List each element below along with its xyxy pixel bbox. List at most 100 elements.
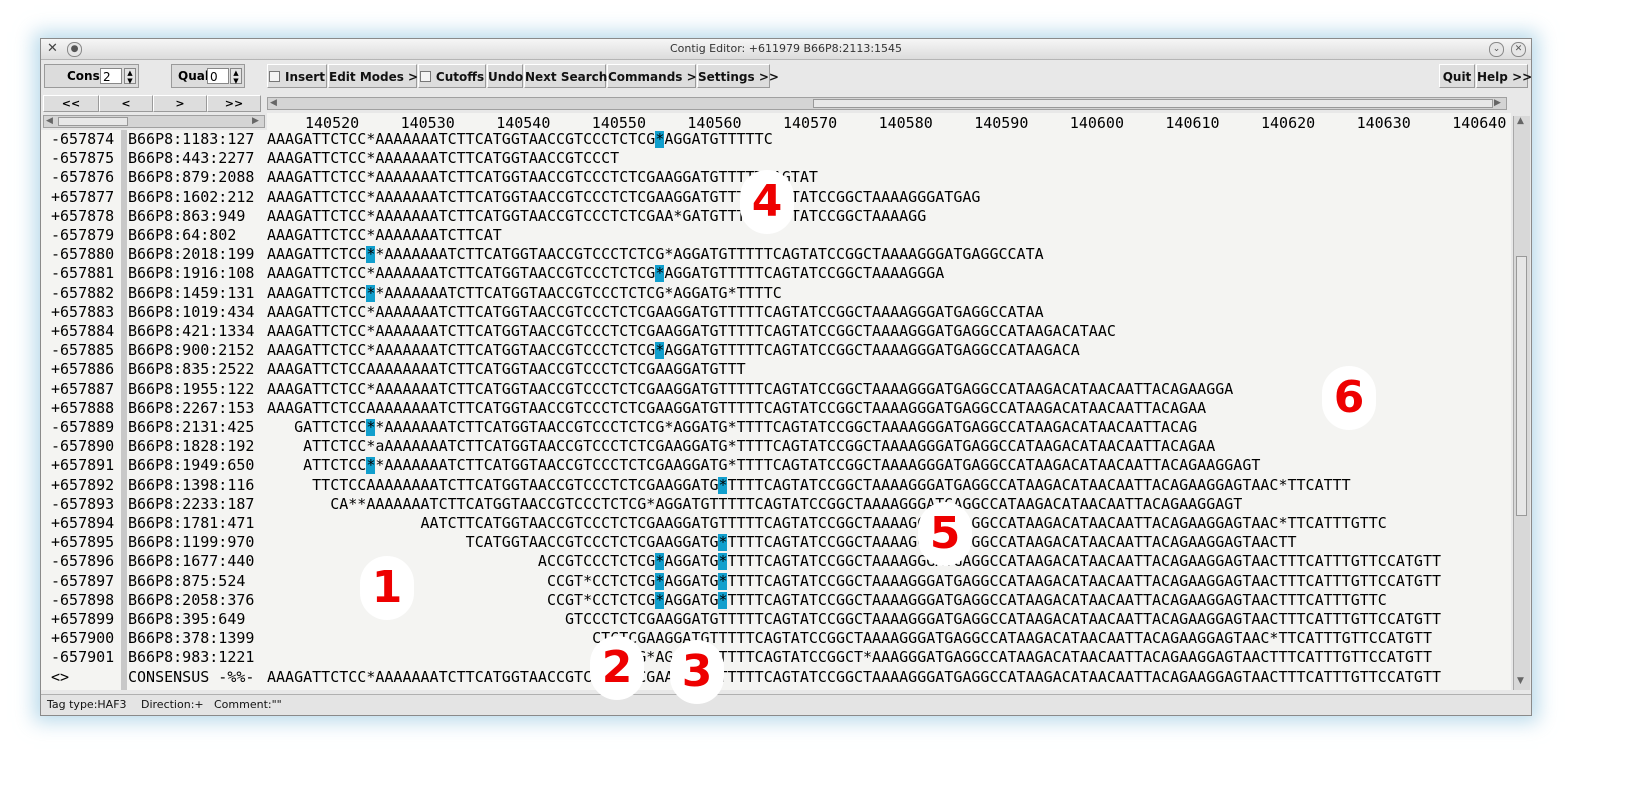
vertical-scroll-thumb[interactable] — [1516, 256, 1527, 516]
read-sequence[interactable]: CCGT*CCTCTCG*AGGATG*TTTTCAGTATCCGGCTAAAA… — [267, 572, 1441, 591]
read-name[interactable]: B66P8:863:949 — [128, 207, 245, 226]
read-name[interactable]: B66P8:1019:434 — [128, 303, 254, 322]
read-name[interactable]: B66P8:443:2277 — [128, 149, 254, 168]
read-number[interactable]: +657892 — [51, 476, 114, 495]
names-scroll-left-icon[interactable]: ◀ — [46, 116, 53, 127]
read-number[interactable]: +657895 — [51, 533, 114, 552]
commands-button[interactable]: Commands >> — [607, 64, 707, 88]
read-sequence[interactable]: AAAGATTCTCC*AAAAAAATCTTCATGGTAACCGTCCCTC… — [267, 188, 980, 207]
read-sequence[interactable]: GTCCCTCTCGAAGGATGTTTTTCAGTATCCGGCTAAAAGG… — [267, 610, 1441, 629]
cutoffs-toggle[interactable]: Cutoffs — [418, 64, 486, 88]
read-number[interactable]: -657898 — [51, 591, 114, 610]
quit-button[interactable]: Quit — [1439, 64, 1475, 88]
read-sequence[interactable]: AAAGATTCTCC*AAAAAAATCTTCATGGTAACCGTCCCTC… — [267, 341, 1080, 360]
read-number[interactable]: -657875 — [51, 149, 114, 168]
read-name[interactable]: B66P8:900:2152 — [128, 341, 254, 360]
read-name[interactable]: B66P8:2018:199 — [128, 245, 254, 264]
read-name[interactable]: B66P8:1955:122 — [128, 380, 254, 399]
scroll-up-arrow-icon[interactable]: ▲ — [1517, 116, 1524, 126]
settings-button[interactable]: Settings >> — [697, 64, 779, 88]
scroll-next-button[interactable]: > — [153, 95, 207, 112]
read-number[interactable]: -657885 — [51, 341, 114, 360]
read-name[interactable]: B66P8:1677:440 — [128, 552, 254, 571]
read-name[interactable]: B66P8:1949:650 — [128, 456, 254, 475]
read-name[interactable]: B66P8:64:802 — [128, 226, 236, 245]
read-name[interactable]: B66P8:1199:970 — [128, 533, 254, 552]
read-sequence[interactable]: ACCGTCCCTCTCG*AGGATG*TTTTCAGTATCCGGCTAAA… — [267, 552, 1441, 571]
read-sequence[interactable]: AAAGATTCTCC*AAAAAAATCTTCATGGTAACCGTCCCT — [267, 149, 619, 168]
vertical-scrollbar[interactable]: ▲ ▼ — [1513, 116, 1530, 690]
read-sequence[interactable]: AAAGATTCTCC**AAAAAAATCTTCATGGTAACCGTCCCT… — [267, 245, 1044, 264]
read-name[interactable]: B66P8:1459:131 — [128, 284, 254, 303]
scroll-prev-button[interactable]: < — [99, 95, 153, 112]
read-number[interactable]: +657886 — [51, 360, 114, 379]
read-number[interactable]: -657879 — [51, 226, 114, 245]
qual-spinner[interactable]: Qual 0 ▲ ▼ — [171, 64, 245, 88]
names-horizontal-scrollbar[interactable]: ◀ ▶ — [43, 115, 265, 128]
read-sequence[interactable]: TCATGGTAACCGTCCCTCTCGAAGGATG*TTTTCAGTATC… — [267, 533, 1297, 552]
read-sequence[interactable]: AAAGATTCTCC*AAAAAAATCTTCATGGTAACCGTCCCTC… — [267, 130, 773, 149]
insert-toggle[interactable]: Insert — [267, 64, 327, 88]
read-sequence[interactable]: AAAGATTCTCCAAAAAAAATCTTCATGGTAACCGTCCCTC… — [267, 399, 1206, 418]
cons-spinner[interactable]: Cons 2 ▲ ▼ — [44, 64, 139, 88]
scroll-first-button[interactable]: << — [43, 95, 99, 112]
read-name[interactable]: B66P8:1398:116 — [128, 476, 254, 495]
read-sequence[interactable]: AAAGATTCTCC*AAAAAAATCTTCATGGTAACCGTCCCTC… — [267, 168, 818, 187]
read-number[interactable]: -657874 — [51, 130, 114, 149]
read-number[interactable]: +657878 — [51, 207, 114, 226]
read-number[interactable]: +657899 — [51, 610, 114, 629]
undo-button[interactable]: Undo — [487, 64, 523, 88]
read-sequence[interactable]: TTCTCCAAAAAAAATCTTCATGGTAACCGTCCCTCTCGAA… — [267, 476, 1351, 495]
read-number[interactable]: -657890 — [51, 437, 114, 456]
minimize-icon[interactable]: ⌄ — [1489, 42, 1504, 57]
read-number[interactable]: +657877 — [51, 188, 114, 207]
read-name[interactable]: B66P8:983:1221 — [128, 648, 254, 667]
read-sequence[interactable]: AATCTTCATGGTAACCGTCCCTCTCGAAGGATGTTTTTCA… — [267, 514, 1387, 533]
scroll-right-arrow-icon[interactable]: ▶ — [1494, 98, 1501, 109]
read-sequence[interactable]: CTCTCGAAGGATGTTTTTCAGTATCCGGCTAAAAGGGATG… — [267, 629, 1432, 648]
scroll-left-arrow-icon[interactable]: ◀ — [270, 98, 277, 109]
read-number[interactable]: +657894 — [51, 514, 114, 533]
consensus-number[interactable]: <> — [51, 668, 69, 687]
read-sequence[interactable]: ATTCTCC*aAAAAAAATCTTCATGGTAACCGTCCCTCTCG… — [267, 437, 1215, 456]
next-search-button[interactable]: Next Search — [524, 64, 607, 88]
qual-input[interactable]: 0 — [207, 68, 229, 84]
read-name[interactable]: B66P8:1602:212 — [128, 188, 254, 207]
read-sequence[interactable]: AAAGATTCTCC**AAAAAAATCTTCATGGTAACCGTCCCT… — [267, 284, 782, 303]
read-number[interactable]: +657888 — [51, 399, 114, 418]
read-number[interactable]: -657901 — [51, 648, 114, 667]
qual-arrows-icon[interactable]: ▲ ▼ — [230, 68, 242, 85]
read-sequence[interactable]: CCGT*CCTCTCG*AGGATG*TTTTCAGTATCCGGCTAAAA… — [267, 591, 1387, 610]
read-name[interactable]: B66P8:835:2522 — [128, 360, 254, 379]
scroll-down-arrow-icon[interactable]: ▼ — [1517, 676, 1524, 686]
read-name[interactable]: B66P8:395:649 — [128, 610, 245, 629]
names-scroll-thumb[interactable] — [58, 117, 128, 126]
read-name[interactable]: B66P8:2058:376 — [128, 591, 254, 610]
read-sequence[interactable]: CA**AAAAAAATCTTCATGGTAACCGTCCCTCTCG*AGGA… — [267, 495, 1242, 514]
edit-modes-button[interactable]: Edit Modes >> — [328, 64, 428, 88]
scroll-last-button[interactable]: >> — [207, 95, 261, 112]
read-number[interactable]: +657891 — [51, 456, 114, 475]
read-number[interactable]: +657887 — [51, 380, 114, 399]
read-name[interactable]: B66P8:875:524 — [128, 572, 245, 591]
read-sequence[interactable]: CTCTCG*AGGATG*TTTTCAGTATCCGGCT*AAAGGGATG… — [267, 648, 1432, 667]
read-name[interactable]: B66P8:879:2088 — [128, 168, 254, 187]
read-sequence[interactable]: AAAGATTCTCCAAAAAAAATCTTCATGGTAACCGTCCCTC… — [267, 360, 746, 379]
sequence-scroll-thumb[interactable] — [813, 99, 1493, 108]
sequence-horizontal-scrollbar[interactable]: ◀ ▶ — [267, 97, 1507, 110]
read-sequence[interactable]: ATTCTCC**AAAAAAATCTTCATGGTAACCGTCCCTCTCG… — [267, 456, 1260, 475]
consensus-sequence[interactable]: AAAGATTCTCC*AAAAAAATCTTCATGGTAACCGTCCCTC… — [267, 668, 1441, 687]
read-number[interactable]: -657881 — [51, 264, 114, 283]
read-sequence[interactable]: AAAGATTCTCC*AAAAAAATCTTCATGGTAACCGTCCCTC… — [267, 380, 1233, 399]
cons-input[interactable]: 2 — [100, 68, 122, 84]
read-number[interactable]: -657880 — [51, 245, 114, 264]
read-name[interactable]: B66P8:1781:471 — [128, 514, 254, 533]
read-number[interactable]: -657876 — [51, 168, 114, 187]
read-number[interactable]: -657889 — [51, 418, 114, 437]
read-name[interactable]: B66P8:1828:192 — [128, 437, 254, 456]
names-scroll-right-icon[interactable]: ▶ — [252, 116, 259, 127]
read-name[interactable]: B66P8:2131:425 — [128, 418, 254, 437]
read-sequence[interactable]: AAAGATTCTCC*AAAAAAATCTTCATGGTAACCGTCCCTC… — [267, 207, 926, 226]
close-icon[interactable]: ✕ — [1511, 42, 1526, 57]
read-sequence[interactable]: AAAGATTCTCC*AAAAAAATCTTCATGGTAACCGTCCCTC… — [267, 303, 1044, 322]
